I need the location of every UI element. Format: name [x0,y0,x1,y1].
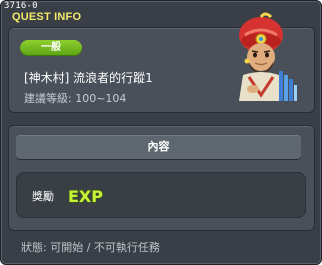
quest-name: [神木村] 流浪者的行蹤1 [24,71,153,85]
npc-portrait-icon [239,12,297,101]
exp-reward-icon: EXP [67,186,103,206]
reward-box [16,172,306,218]
recommended-level: 建議等級: 100~104 [24,92,127,105]
reward-label: 獎勵 [32,190,54,203]
quest-info-window: 3716-0 QUEST INFO 一般 [神木村] 流浪者的行蹤1 建議等級:… [0,0,322,265]
svg-text:EXP: EXP [68,187,103,206]
content-tab[interactable]: 內容 [16,135,301,159]
window-title: QUEST INFO [12,11,82,23]
quest-type-badge: 一般 [20,40,82,56]
quest-status: 狀態: 可開始 / 不可執行任務 [21,241,160,254]
quest-id: 3716-0 [4,1,38,11]
